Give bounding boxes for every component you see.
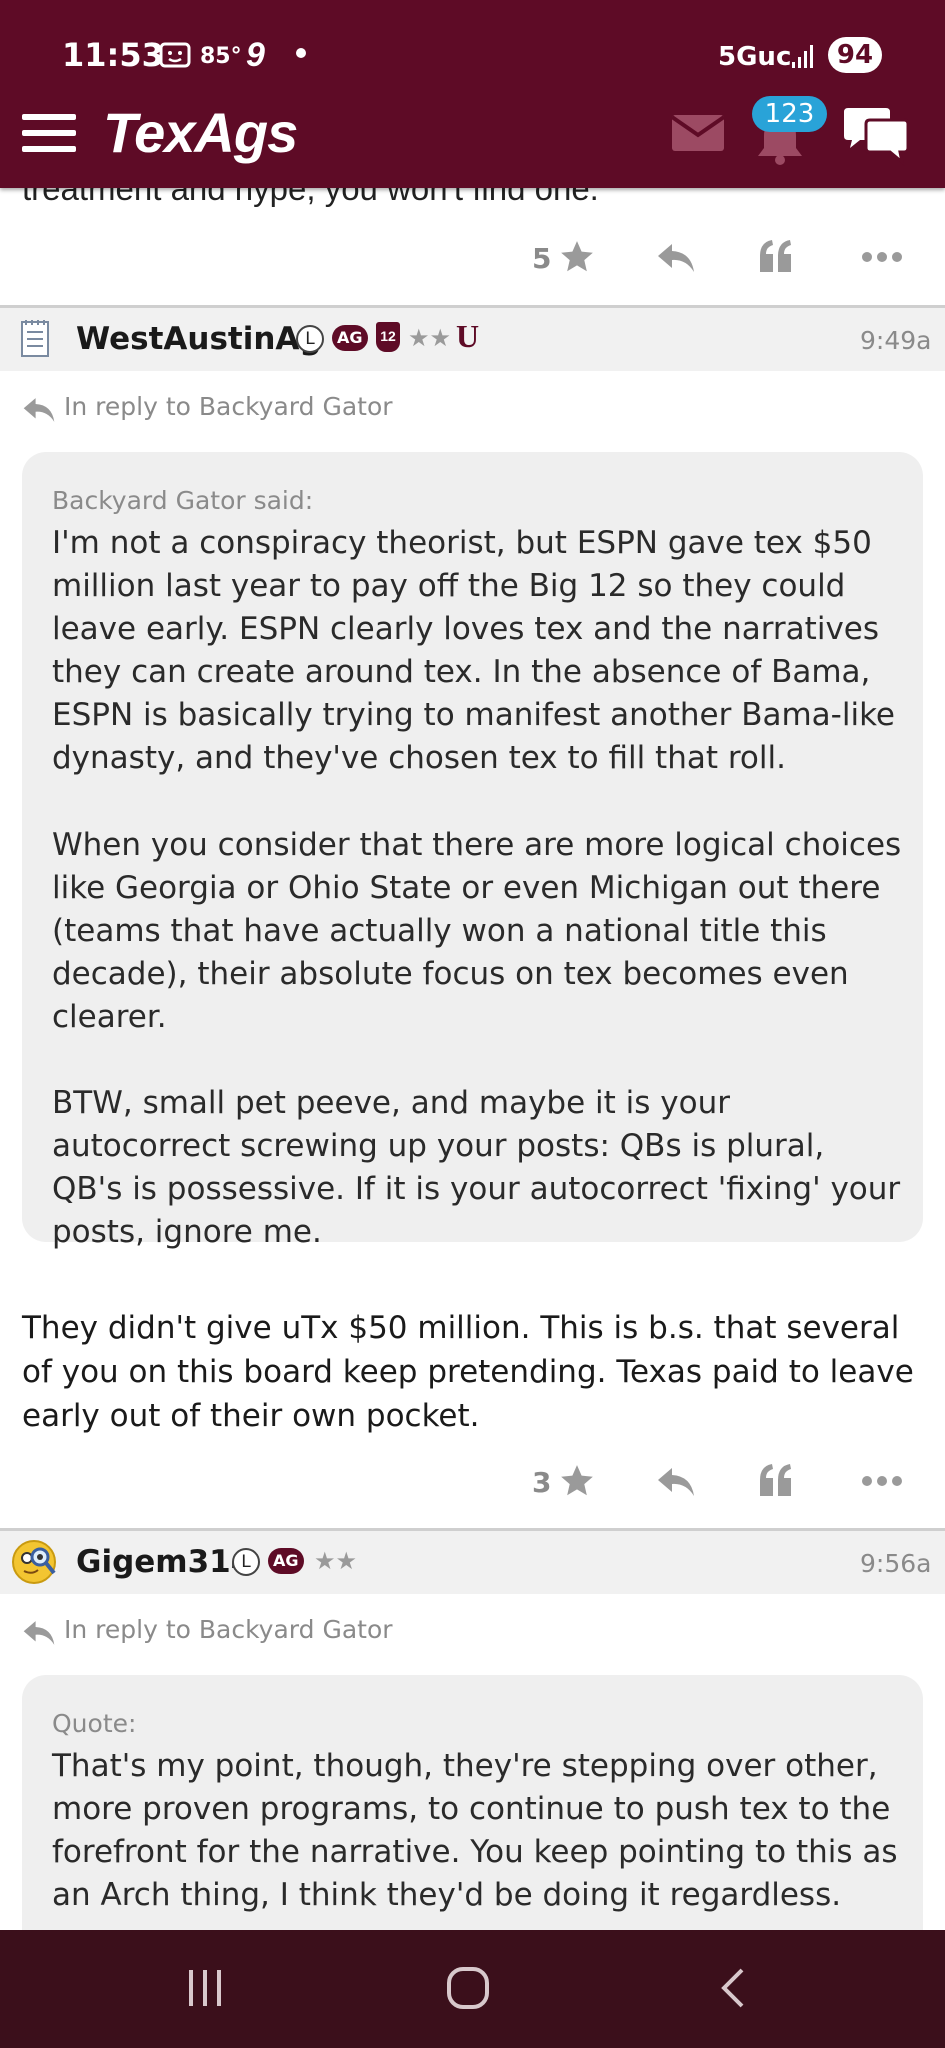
quote-icon[interactable] [758,1462,794,1503]
post-username[interactable]: WestAustinAg [76,321,322,357]
screenshot-status-icon [158,40,192,75]
post-time: 9:49a [860,326,932,355]
back-icon[interactable] [718,1966,748,2015]
recent-apps-icon[interactable] [185,1968,225,2013]
mail-icon[interactable] [670,113,726,158]
texags-logo[interactable]: TexAgs [103,100,298,165]
previous-post-actions: 5 [0,230,945,290]
quote-block: Backyard Gator said: I'm not a conspirac… [22,452,923,1250]
post-time: 9:56a [860,1549,932,1578]
twelfth-man-badge: 12 [376,322,400,352]
reply-icon[interactable] [656,1466,696,1503]
quote-paragraph: When you consider that there are more lo… [52,827,902,1035]
star-icon[interactable] [558,238,596,281]
post-user-bar: Gigem314 L AG ★★ 9:56a [0,1531,945,1594]
star-badge: ★★ [314,1548,358,1575]
status-network: 5Guc [718,42,792,72]
app-g-icon: 9 [246,36,265,74]
quote-paragraph: I'm not a conspiracy theorist, but ESPN … [52,525,896,776]
more-icon[interactable] [860,250,904,269]
status-temperature: 85° [200,44,242,69]
quote-attribution: Quote: [52,1709,137,1738]
avatar[interactable] [10,1537,60,1592]
app-header: 11:53 85° 9 5Guc 94 TexAgs 123 [0,0,945,188]
quote-icon[interactable] [758,238,794,279]
post-body: They didn't give uTx $50 million. This i… [22,1310,914,1434]
star-count: 5 [532,242,552,275]
quote-paragraph: That's my point, though, they're steppin… [52,1748,898,1913]
reply-to-text: In reply to Backyard Gator [64,392,393,421]
battery-indicator: 94 [828,37,882,73]
status-time: 11:53 [62,36,164,74]
more-icon[interactable] [860,1474,904,1493]
star-count: 3 [532,1466,552,1499]
notification-dot-icon [296,48,306,58]
reply-arrow-icon [22,396,56,429]
post-user-bar: WestAustinAg L AG 12 ★★ U 9:49a [0,308,945,371]
home-icon[interactable] [446,1966,490,2015]
hamburger-menu-icon[interactable] [22,110,78,161]
lifetime-badge: L [232,1548,260,1576]
post-username[interactable]: Gigem314 [76,1544,252,1580]
quote-attribution: Backyard Gator said: [52,486,314,515]
notification-count-badge[interactable]: 123 [752,96,827,132]
reply-arrow-icon [22,1619,56,1652]
notepad-avatar-icon[interactable] [20,318,52,363]
system-nav-bar [0,1930,945,2048]
reply-to-text: In reply to Backyard Gator [64,1615,393,1644]
star-badge: ★★ [408,325,452,352]
lifetime-badge: L [296,325,324,353]
reply-icon[interactable] [656,242,696,279]
ag-badge: AG [268,1548,304,1574]
post-actions: 3 [0,1452,945,1512]
ag-badge: AG [332,325,368,351]
u-badge: U [456,318,480,354]
star-icon[interactable] [558,1462,596,1505]
quote-paragraph: BTW, small pet peeve, and maybe it is yo… [52,1085,901,1250]
signal-icon [790,42,818,75]
chat-icon[interactable] [840,106,912,171]
